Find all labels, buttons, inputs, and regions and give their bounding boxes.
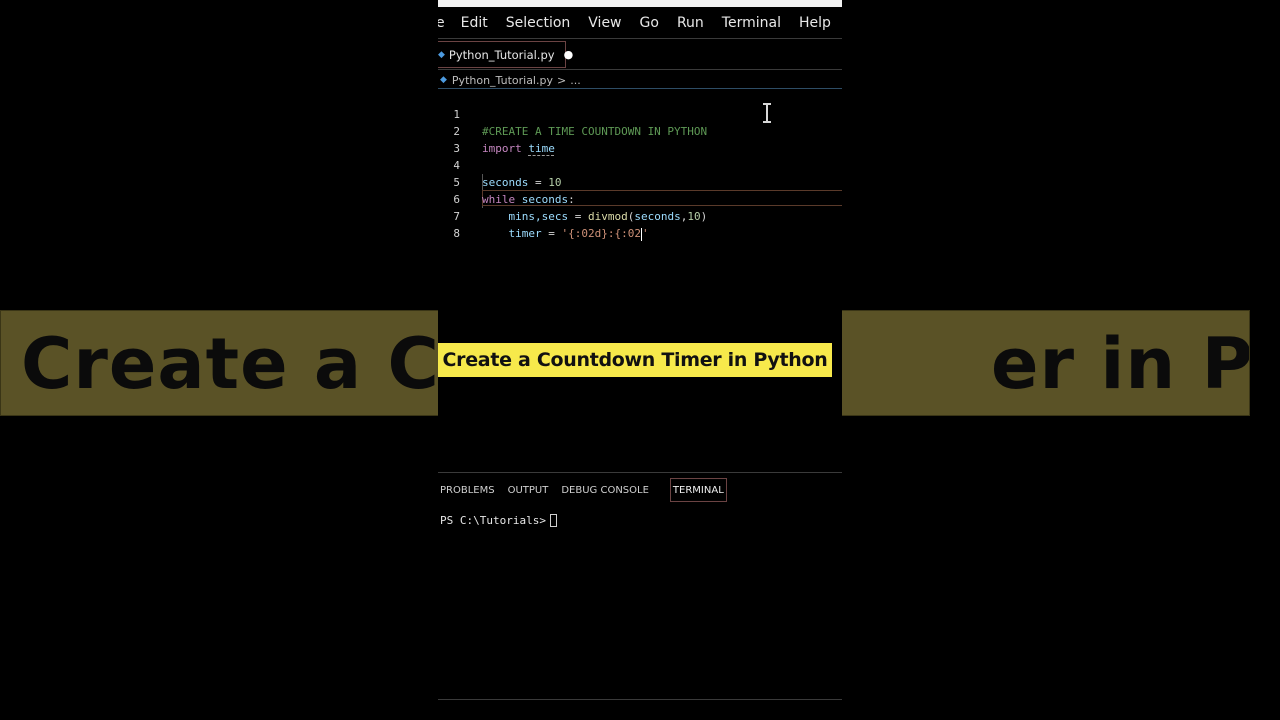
title-banner: Create a Countdown Timer in Python bbox=[438, 343, 832, 377]
editor-tab-python-tutorial[interactable]: ◆ Python_Tutorial.py ● bbox=[438, 41, 573, 68]
code-string: ' bbox=[641, 227, 649, 240]
breadcrumb: ◆ Python_Tutorial.py > ... bbox=[438, 72, 581, 88]
terminal-cursor bbox=[549, 514, 557, 527]
menu-bar: e Edit Selection View Go Run Terminal He… bbox=[438, 10, 842, 36]
breadcrumb-file[interactable]: Python_Tutorial.py bbox=[452, 74, 553, 87]
tab-terminal[interactable]: TERMINAL bbox=[669, 478, 727, 502]
menu-run[interactable]: Run bbox=[677, 15, 704, 31]
terminal-area[interactable]: PS C:\Tutorials> bbox=[440, 514, 557, 527]
code-editor[interactable]: 1 #CREATE A TIME COUNTDOWN IN PYTHON 2 i… bbox=[438, 89, 842, 241]
menu-view[interactable]: View bbox=[588, 15, 621, 31]
tab-problems[interactable]: PROBLEMS bbox=[438, 485, 506, 496]
code-line-current[interactable]: 7 timer = '{:02d}:{:02' bbox=[438, 191, 842, 241]
menu-selection[interactable]: Selection bbox=[506, 15, 571, 31]
code-variable: timer bbox=[508, 227, 542, 240]
panel-divider bbox=[438, 472, 842, 473]
code-line[interactable]: 5 while seconds: bbox=[438, 157, 842, 206]
code-line[interactable]: 8 bbox=[438, 208, 842, 240]
line-number: 8 bbox=[453, 227, 460, 240]
menu-go[interactable]: Go bbox=[640, 15, 659, 31]
code-string: '{:02d}:{:02 bbox=[561, 227, 641, 240]
status-divider bbox=[438, 699, 842, 700]
video-title: Create a Countdown Timer in Python bbox=[442, 349, 828, 371]
code-line[interactable]: 3 bbox=[438, 123, 842, 155]
ibeam-cursor-icon bbox=[763, 103, 771, 123]
breadcrumb-separator: > bbox=[556, 73, 567, 87]
unsaved-dot-icon[interactable]: ● bbox=[564, 48, 574, 61]
tab-debug-console[interactable]: DEBUG CONSOLE bbox=[559, 485, 660, 496]
code-line[interactable]: 1 #CREATE A TIME COUNTDOWN IN PYTHON bbox=[438, 89, 842, 138]
editor-tab-label: Python_Tutorial.py bbox=[448, 47, 555, 62]
python-file-icon: ◆ bbox=[440, 75, 447, 85]
tab-output[interactable]: OUTPUT bbox=[506, 485, 560, 496]
code-line[interactable]: 6 mins,secs = divmod(seconds,10) bbox=[438, 174, 842, 223]
breadcrumb-divider bbox=[438, 69, 842, 70]
code-line[interactable]: 4 seconds = 10 bbox=[438, 140, 842, 189]
breadcrumb-symbols[interactable]: ... bbox=[570, 74, 581, 87]
menu-edit[interactable]: Edit bbox=[461, 15, 488, 31]
tab-bar-divider bbox=[438, 38, 842, 39]
menu-file[interactable]: e bbox=[438, 15, 445, 31]
menu-help[interactable]: Help bbox=[799, 15, 831, 31]
code-operator: = bbox=[541, 227, 562, 240]
window-top-strip bbox=[438, 0, 842, 7]
python-file-icon: ◆ bbox=[438, 49, 445, 60]
terminal-prompt: PS C:\Tutorials> bbox=[440, 514, 546, 527]
panel-tab-bar: PROBLEMS OUTPUT DEBUG CONSOLE TERMINAL bbox=[438, 476, 727, 504]
code-line[interactable]: 2 import time bbox=[438, 106, 842, 155]
background-banner-text-right: er in Python bbox=[991, 323, 1250, 405]
menu-terminal[interactable]: Terminal bbox=[722, 15, 781, 31]
